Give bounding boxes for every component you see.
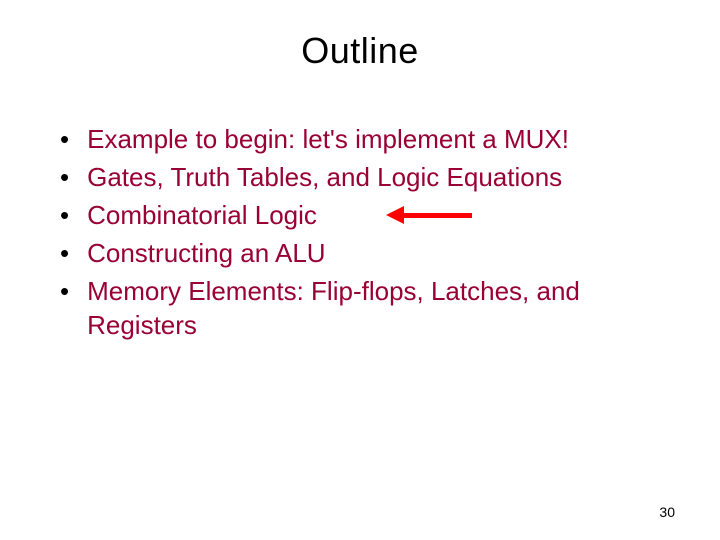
pointer-arrow bbox=[386, 206, 472, 224]
slide: Outline • Example to begin: let's implem… bbox=[0, 0, 720, 540]
list-item: • Constructing an ALU bbox=[60, 236, 670, 270]
bullet-icon: • bbox=[60, 160, 69, 194]
list-item: • Gates, Truth Tables, and Logic Equatio… bbox=[60, 160, 670, 194]
bullet-icon: • bbox=[60, 198, 69, 232]
bullet-text: Example to begin: let's implement a MUX! bbox=[87, 122, 670, 156]
list-item: • Example to begin: let's implement a MU… bbox=[60, 122, 670, 156]
page-number: 30 bbox=[659, 504, 675, 520]
bullet-icon: • bbox=[60, 274, 69, 308]
bullet-text: Combinatorial Logic bbox=[87, 198, 670, 232]
bullet-icon: • bbox=[60, 122, 69, 156]
bullet-text: Gates, Truth Tables, and Logic Equations bbox=[87, 160, 670, 194]
left-arrow-icon bbox=[386, 206, 472, 224]
list-item: • Combinatorial Logic bbox=[60, 198, 670, 232]
list-item: • Memory Elements: Flip-flops, Latches, … bbox=[60, 274, 670, 342]
bullet-list: • Example to begin: let's implement a MU… bbox=[50, 122, 670, 342]
slide-title: Outline bbox=[50, 30, 670, 72]
bullet-text: Memory Elements: Flip-flops, Latches, an… bbox=[87, 274, 670, 342]
bullet-text: Constructing an ALU bbox=[87, 236, 670, 270]
bullet-icon: • bbox=[60, 236, 69, 270]
